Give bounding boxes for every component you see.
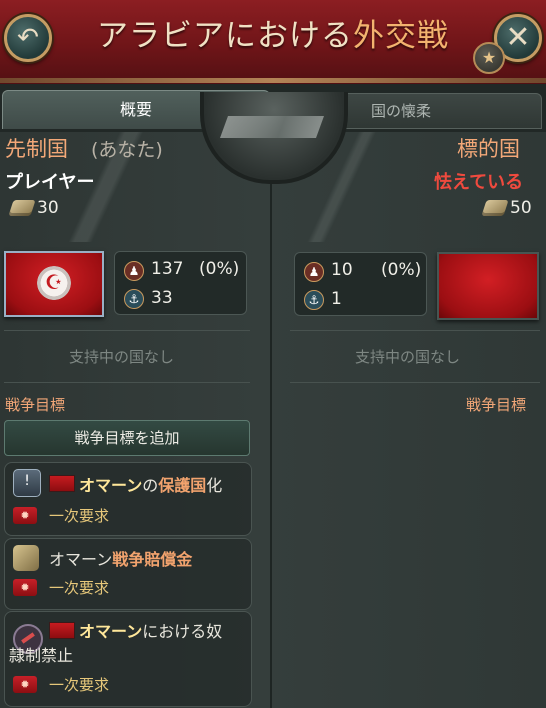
initiator-label: 先制国 xyxy=(5,137,68,161)
divider-line xyxy=(290,382,540,383)
navy-icon: ⚓ xyxy=(304,290,324,310)
divider-line xyxy=(4,330,250,331)
navy-count: 33 xyxy=(151,288,173,308)
priority-label: 一次要求 xyxy=(49,507,110,525)
target-bargaining: 50 xyxy=(510,198,532,218)
star-crescent-emblem xyxy=(37,266,71,300)
add-war-goal-button[interactable]: 戦争目標を追加 xyxy=(4,420,250,456)
primary-demand-icon: ✹ xyxy=(13,507,37,524)
war-goal-title: オマーン戦争賠償金 xyxy=(49,550,193,569)
target-no-supporters: 支持中の国なし xyxy=(355,348,461,366)
you-label: (あなた) xyxy=(91,139,163,161)
target-label: 標的国 xyxy=(457,137,520,161)
priority-label: 一次要求 xyxy=(49,676,110,694)
target-flag[interactable] xyxy=(437,252,539,320)
initiator-no-supporters: 支持中の国なし xyxy=(69,348,175,366)
title-accent: 外交戦 xyxy=(353,18,449,54)
target-forces: ♟ 10 (0%) ⚓ 1 xyxy=(294,252,427,316)
target-status: 怯えている xyxy=(434,172,524,193)
primary-demand-icon: ✹ xyxy=(13,676,37,693)
title-bar: アラビアにおける外交戦 xyxy=(0,0,546,86)
initiator-forces: ♟ 137 (0%) ⚓ 33 xyxy=(114,251,247,315)
star-icon: ★ xyxy=(481,48,497,67)
oman-flag-icon xyxy=(49,622,75,639)
army-percent: (0%) xyxy=(199,259,240,279)
navy-icon: ⚓ xyxy=(124,289,144,309)
war-goal-card[interactable]: オマーンにおける奴 隷制禁止 ✹ 一次要求 xyxy=(4,611,252,707)
war-goal-title: オマーンの保護国化 xyxy=(79,476,223,495)
player-label: プレイヤー xyxy=(5,172,95,193)
primary-demand-icon: ✹ xyxy=(13,579,37,596)
back-button[interactable]: ↶ xyxy=(4,14,52,62)
army-percent: (0%) xyxy=(381,260,422,280)
war-goal-title-line2: 隷制禁止 xyxy=(9,646,74,665)
army-icon: ♟ xyxy=(304,262,324,282)
divider-line xyxy=(4,382,250,383)
initiator-bargaining: 30 xyxy=(37,198,59,218)
tab-summary-label: 概要 xyxy=(119,100,152,119)
target-war-goals-label: 戦争目標 xyxy=(466,396,527,414)
navy-count: 1 xyxy=(331,289,342,309)
side-divider xyxy=(270,132,272,708)
war-goal-card[interactable]: オマーン戦争賠償金 ✹ 一次要求 xyxy=(4,538,252,610)
priority-label: 一次要求 xyxy=(49,579,110,597)
oman-flag-icon xyxy=(49,475,75,492)
back-icon: ↶ xyxy=(17,23,39,53)
initiator-war-goals-label: 戦争目標 xyxy=(5,396,66,414)
army-count: 10 xyxy=(331,260,353,280)
title-text: アラビアにおける xyxy=(97,18,353,54)
reparations-icon xyxy=(13,545,39,571)
add-war-goal-label: 戦争目標を追加 xyxy=(74,429,180,447)
initiator-flag[interactable] xyxy=(4,251,104,317)
protectorate-icon xyxy=(13,469,41,497)
tab-sway-label: 国の懐柔 xyxy=(371,102,432,120)
favorite-button[interactable]: ★ xyxy=(473,42,505,74)
close-icon: ✕ xyxy=(505,20,531,55)
divider-line xyxy=(290,330,540,331)
war-goal-card[interactable]: オマーンの保護国化 ✹ 一次要求 xyxy=(4,462,252,536)
army-count: 137 xyxy=(151,259,184,279)
army-icon: ♟ xyxy=(124,261,144,281)
war-goal-title: オマーンにおける奴 xyxy=(79,622,223,641)
page-title: アラビアにおける外交戦 xyxy=(0,10,546,55)
